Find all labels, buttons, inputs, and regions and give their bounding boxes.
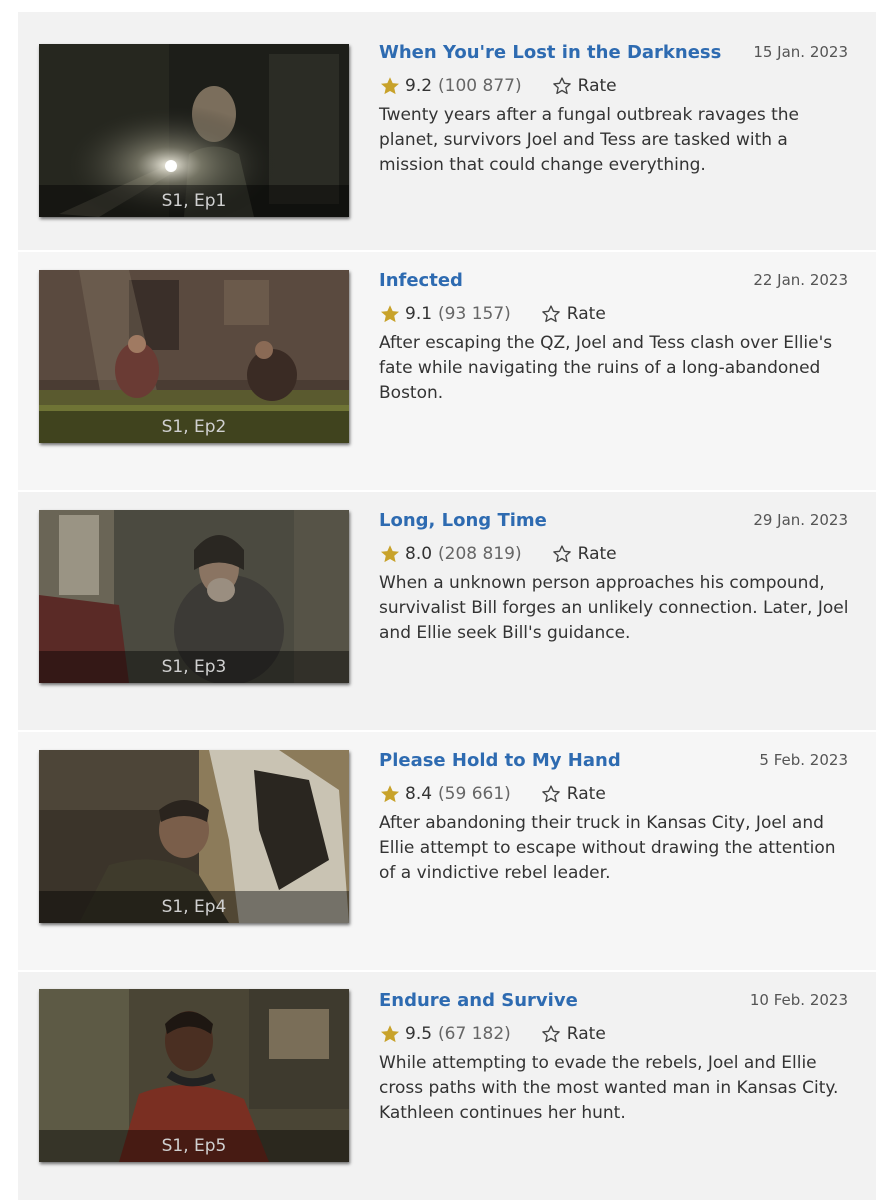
episode-description: After escaping the QZ, Joel and Tess cla… <box>379 333 833 403</box>
star-filled-icon <box>381 305 399 323</box>
rating-value: 8.0 <box>405 544 433 564</box>
star-outline-icon <box>552 77 571 95</box>
air-date: 29 Jan. 2023 <box>753 511 848 529</box>
rating-value: 9.5 <box>405 1024 433 1044</box>
vote-count: (93 157) <box>438 304 511 324</box>
episode-title-link[interactable]: Long, Long Time <box>379 510 547 531</box>
star-filled-icon <box>381 77 399 95</box>
air-date: 15 Jan. 2023 <box>753 43 848 61</box>
episode-title-link[interactable]: Infected <box>379 270 463 291</box>
rate-button[interactable]: Rate <box>552 76 617 96</box>
star-outline-icon <box>541 785 560 803</box>
rate-label: Rate <box>566 1024 606 1044</box>
episode-thumbnail[interactable]: S1, Ep5 <box>39 989 349 1162</box>
vote-count: (100 877) <box>438 76 522 96</box>
rating-row: 9.1 (93 157) Rate <box>379 302 606 326</box>
episode-number-label: S1, Ep4 <box>39 891 349 923</box>
episode-item: S1, Ep3 Long, Long Time 29 Jan. 2023 8.0… <box>18 492 876 730</box>
rating-row: 9.5 (67 182) Rate <box>379 1022 606 1046</box>
episode-title-link[interactable]: Please Hold to My Hand <box>379 750 621 771</box>
rate-button[interactable]: Rate <box>541 1024 606 1044</box>
rating-value: 9.1 <box>405 304 433 324</box>
episode-title-link[interactable]: When You're Lost in the Darkness <box>379 42 721 63</box>
episode-number-label: S1, Ep5 <box>39 1130 349 1162</box>
star-outline-icon <box>552 545 571 563</box>
episode-description: After abandoning their truck in Kansas C… <box>379 813 836 883</box>
episode-number-label: S1, Ep2 <box>39 411 349 443</box>
vote-count: (67 182) <box>438 1024 511 1044</box>
episode-thumbnail[interactable]: S1, Ep4 <box>39 750 349 923</box>
episode-description: When a unknown person approaches his com… <box>379 573 849 643</box>
episode-thumbnail[interactable]: S1, Ep3 <box>39 510 349 683</box>
vote-count: (59 661) <box>438 784 511 804</box>
episode-description: While attempting to evade the rebels, Jo… <box>379 1053 839 1123</box>
star-filled-icon <box>381 545 399 563</box>
star-filled-icon <box>381 1025 399 1043</box>
episode-number-label: S1, Ep3 <box>39 651 349 683</box>
rating-row: 8.0 (208 819) Rate <box>379 542 617 566</box>
rating-value: 9.2 <box>405 76 433 96</box>
episode-item: S1, Ep2 Infected 22 Jan. 2023 9.1 (93 15… <box>18 252 876 490</box>
episode-item: S1, Ep5 Endure and Survive 10 Feb. 2023 … <box>18 972 876 1200</box>
rate-button[interactable]: Rate <box>552 544 617 564</box>
rate-button[interactable]: Rate <box>541 304 606 324</box>
rate-label: Rate <box>566 784 606 804</box>
air-date: 22 Jan. 2023 <box>753 271 848 289</box>
star-filled-icon <box>381 785 399 803</box>
episode-title-link[interactable]: Endure and Survive <box>379 990 578 1011</box>
rate-label: Rate <box>577 544 617 564</box>
episode-description: Twenty years after a fungal outbreak rav… <box>379 105 800 175</box>
star-outline-icon <box>541 305 560 323</box>
episode-thumbnail[interactable]: S1, Ep2 <box>39 270 349 443</box>
episode-number-label: S1, Ep1 <box>39 185 349 217</box>
rating-row: 9.2 (100 877) Rate <box>379 74 617 98</box>
air-date: 10 Feb. 2023 <box>749 991 848 1009</box>
episode-item: S1, Ep4 Please Hold to My Hand 5 Feb. 20… <box>18 732 876 970</box>
rate-label: Rate <box>577 76 617 96</box>
star-outline-icon <box>541 1025 560 1043</box>
vote-count: (208 819) <box>438 544 522 564</box>
rating-value: 8.4 <box>405 784 433 804</box>
rating-row: 8.4 (59 661) Rate <box>379 782 606 806</box>
rate-label: Rate <box>566 304 606 324</box>
rate-button[interactable]: Rate <box>541 784 606 804</box>
episode-item: S1, Ep1 When You're Lost in the Darkness… <box>18 12 876 250</box>
episode-thumbnail[interactable]: S1, Ep1 <box>39 44 349 217</box>
air-date: 5 Feb. 2023 <box>759 751 848 769</box>
